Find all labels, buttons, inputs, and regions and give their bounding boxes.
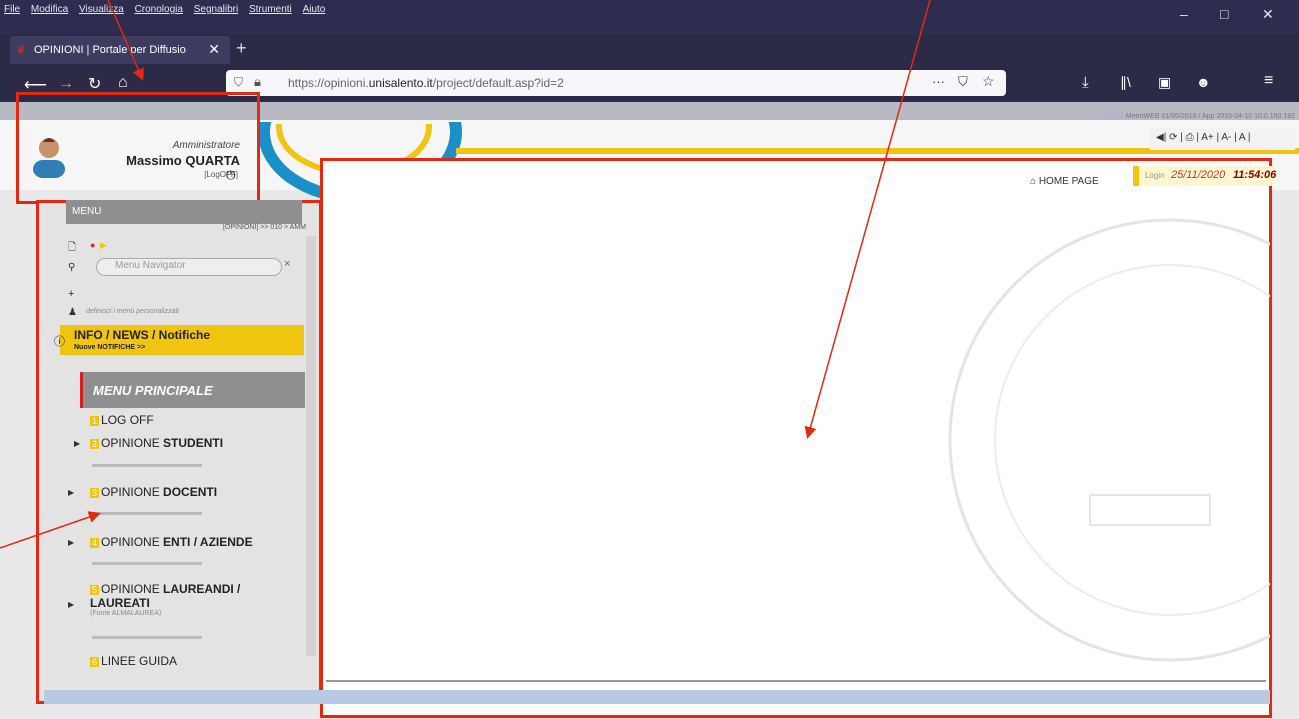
annotation-arrows — [0, 0, 931, 549]
